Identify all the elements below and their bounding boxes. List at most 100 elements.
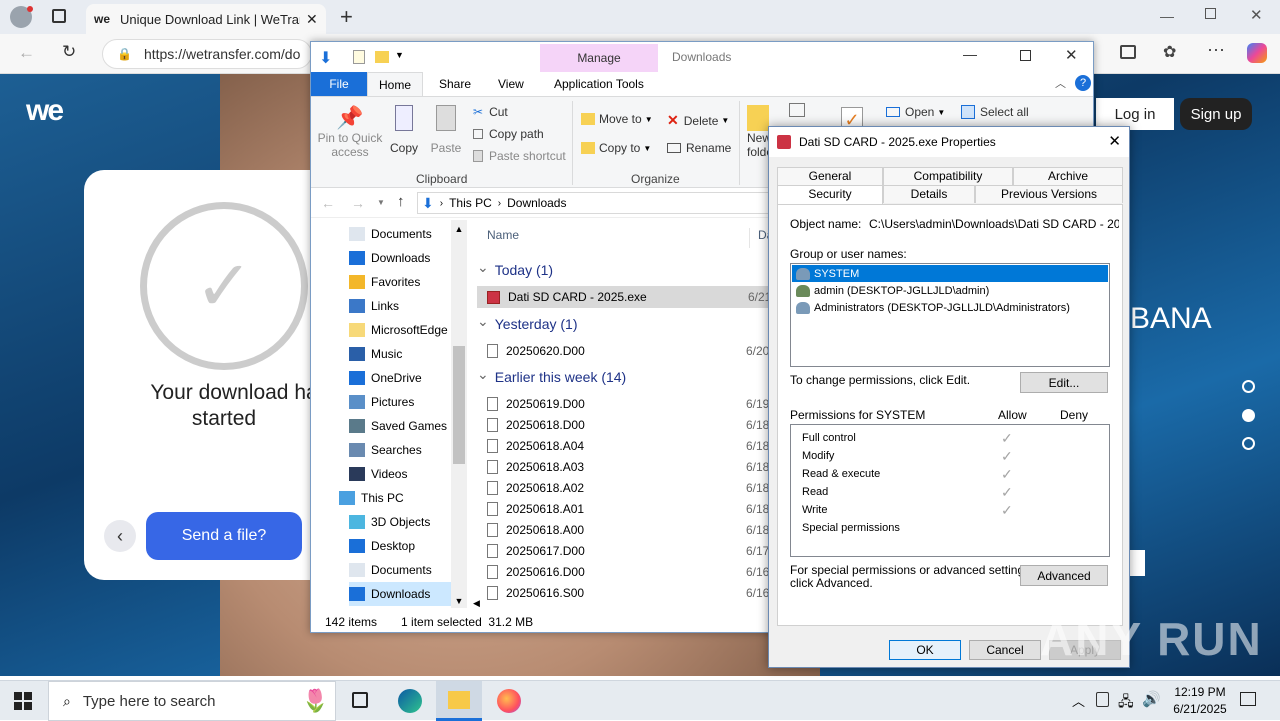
network-icon[interactable]: 🖧 — [1118, 691, 1134, 715]
folder-qa-icon[interactable] — [375, 51, 389, 63]
close-dialog-icon[interactable]: ✕ — [1108, 132, 1121, 150]
nav-scrollbar[interactable]: ▲ ▼ — [451, 220, 467, 608]
volume-icon[interactable]: 🔊 — [1142, 690, 1161, 708]
help-icon[interactable]: ? — [1075, 75, 1091, 91]
file-row[interactable]: 20250618.A04 6/18 — [477, 435, 769, 456]
nav-item[interactable]: Music — [349, 342, 459, 366]
nav-item[interactable]: 3D Objects — [349, 510, 459, 534]
pin-button[interactable]: 📌 Pin to Quick access — [315, 105, 385, 159]
file-row[interactable]: 20250620.D00 6/20 — [477, 340, 769, 361]
scroll-up-icon[interactable]: ▲ — [451, 224, 467, 234]
hscroll-left-icon[interactable]: ◀ — [473, 598, 480, 609]
file-row[interactable]: 20250618.A02 6/18 — [477, 477, 769, 498]
delete-button[interactable]: ✕ Delete ▼ — [667, 112, 729, 129]
user-list-item[interactable]: Administrators (DESKTOP-JGLLJLD\Administ… — [792, 299, 1108, 316]
user-list-item[interactable]: SYSTEM — [792, 265, 1108, 282]
breadcrumb-downloads[interactable]: Downloads — [507, 196, 566, 210]
file-row[interactable]: 20250617.D00 6/17 — [477, 540, 769, 561]
nav-item[interactable]: Downloads — [349, 582, 459, 606]
refresh-icon[interactable]: ↻ — [62, 42, 76, 62]
new-folder-button[interactable]: New folder — [747, 105, 769, 159]
tab-file[interactable]: File — [311, 72, 367, 96]
column-name[interactable]: Name — [487, 228, 519, 242]
carousel-dot-3[interactable] — [1242, 437, 1255, 450]
move-to-button[interactable]: Move to ▼ — [581, 112, 653, 126]
edit-button[interactable]: Edit... — [1020, 372, 1108, 393]
column-date[interactable]: Date — [749, 228, 769, 248]
start-button[interactable] — [14, 692, 32, 710]
users-listbox[interactable]: SYSTEM admin (DESKTOP-JGLLJLD\admin) Admin… — [790, 263, 1110, 367]
file-row[interactable]: 20250618.A01 6/18 — [477, 498, 769, 519]
tray-device-icon[interactable] — [1096, 692, 1109, 707]
file-row[interactable]: 20250618.A03 6/18 — [477, 456, 769, 477]
wetransfer-logo[interactable]: we — [26, 94, 64, 128]
close-tab-icon[interactable]: ✕ — [306, 11, 318, 28]
open-button[interactable]: Open ▼ — [886, 105, 945, 119]
tab-general[interactable]: General — [777, 167, 883, 185]
scroll-down-icon[interactable]: ▼ — [451, 596, 467, 606]
ok-button[interactable]: OK — [889, 640, 961, 660]
nav-item[interactable]: Pictures — [349, 390, 459, 414]
tab-compatibility[interactable]: Compatibility — [883, 167, 1013, 185]
nav-forward-icon[interactable]: → — [351, 195, 365, 211]
copy-button[interactable]: Copy — [387, 105, 421, 155]
file-group-header[interactable]: ⌄ Yesterday (1) — [477, 308, 769, 340]
nav-item[interactable]: OneDrive — [349, 366, 459, 390]
back-icon[interactable]: ← — [18, 43, 35, 63]
maximize-icon[interactable] — [1020, 50, 1031, 61]
tab-previous-versions[interactable]: Previous Versions — [975, 185, 1123, 203]
copilot-icon[interactable] — [1247, 43, 1267, 63]
user-list-item[interactable]: admin (DESKTOP-JGLLJLD\admin) — [792, 282, 1108, 299]
file-group-header[interactable]: ⌄ Today (1) — [477, 254, 769, 286]
carousel-dot-1[interactable] — [1242, 380, 1255, 393]
taskbar-search[interactable]: ⌕ Type here to search 🌷 — [48, 681, 336, 721]
tab-details[interactable]: Details — [883, 185, 975, 203]
edge-taskbar-icon[interactable] — [398, 689, 422, 713]
carousel-dot-2[interactable] — [1242, 409, 1255, 422]
tab-view[interactable]: View — [498, 77, 524, 91]
nav-item[interactable]: Downloads — [349, 246, 459, 270]
extensions-icon[interactable]: ✿ — [1163, 42, 1176, 62]
task-view-icon[interactable] — [352, 692, 368, 708]
file-row[interactable]: Dati SD CARD - 2025.exe 6/21 — [477, 286, 769, 308]
firefox-taskbar-icon[interactable] — [497, 689, 521, 713]
close-browser-icon[interactable]: ✕ — [1250, 6, 1263, 24]
file-row[interactable]: 20250619.D00 6/19 — [477, 393, 769, 414]
nav-item[interactable]: Videos — [349, 462, 459, 486]
signup-button[interactable]: Sign up — [1180, 98, 1252, 130]
file-row[interactable]: 20250618.D00 6/18 — [477, 414, 769, 435]
back-arrow-button[interactable]: ‹ — [104, 520, 136, 552]
notifications-icon[interactable] — [1240, 692, 1256, 706]
breadcrumb-this-pc[interactable]: This PC — [449, 196, 492, 210]
file-row[interactable]: 20250618.A00 6/18 — [477, 519, 769, 540]
nav-up-icon[interactable]: ↑ — [397, 193, 405, 210]
tab-wetransfer[interactable]: we Unique Download Link | WeTransf ✕ — [86, 4, 326, 34]
nav-back-icon[interactable]: ← — [321, 195, 335, 211]
tab-actions-icon[interactable] — [52, 9, 66, 23]
paste-shortcut-button[interactable]: Paste shortcut — [473, 149, 566, 163]
file-row[interactable]: 20250616.D00 6/16 — [477, 561, 769, 582]
breadcrumb[interactable]: ⬇ › This PC › Downloads — [417, 192, 817, 214]
cancel-button[interactable]: Cancel — [969, 640, 1041, 660]
nav-item[interactable]: Favorites — [349, 270, 459, 294]
collapse-ribbon-icon[interactable]: ︿ — [1055, 75, 1066, 91]
tab-share[interactable]: Share — [439, 77, 471, 91]
clock[interactable]: 12:19 PM 6/21/2025 — [1160, 684, 1240, 718]
file-group-header[interactable]: ⌄ Earlier this week (14) — [477, 361, 769, 393]
file-row[interactable]: 20250616.S00 6/16 — [477, 582, 769, 603]
rename-button[interactable]: Rename — [667, 141, 731, 155]
advanced-button[interactable]: Advanced — [1020, 565, 1108, 586]
new-tab-button[interactable]: + — [340, 4, 353, 30]
qa-dropdown-icon[interactable]: ▼ — [395, 50, 404, 60]
quick-access-down-icon[interactable]: ⬇ — [319, 48, 332, 68]
send-file-button[interactable]: Send a file? — [146, 512, 302, 560]
copy-path-button[interactable]: Copy path — [473, 127, 544, 141]
nav-item[interactable]: Saved Games — [349, 414, 459, 438]
nav-item[interactable]: Desktop — [349, 534, 459, 558]
nav-item[interactable]: Documents — [349, 558, 459, 582]
copy-to-button[interactable]: Copy to ▼ — [581, 141, 651, 155]
tab-home[interactable]: Home — [367, 72, 423, 97]
minimize-browser-icon[interactable]: — — [1160, 8, 1174, 24]
cut-button[interactable]: ✂ Cut — [473, 105, 508, 119]
tab-application-tools[interactable]: Application Tools — [554, 77, 644, 91]
